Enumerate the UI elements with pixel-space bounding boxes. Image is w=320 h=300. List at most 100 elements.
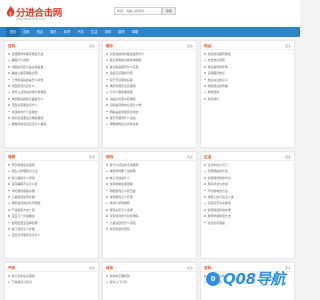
category-panel: 娱乐 更多演员在拍戏时都会遇到什么 最近有哪些好看的电视剧 看演唱会都带什么东西 追星应…	[102, 40, 197, 148]
list-item-text: 有什么好玩的手游推荐	[109, 163, 139, 167]
list-item-text: 冬天如何保暖	[207, 220, 225, 225]
list-item-text: 热搜话题	[207, 90, 220, 95]
panel-more-link[interactable]: 更多	[187, 155, 193, 159]
bullet-icon	[106, 110, 108, 113]
bullet-icon	[8, 275, 10, 277]
panel-more-link[interactable]: 更多	[187, 44, 193, 48]
panel-title[interactable]: 热点	[204, 44, 211, 49]
bullet-icon	[8, 183, 10, 185]
panel-more-link[interactable]: 更多	[285, 44, 291, 48]
list-item-text: 最近有哪些好看的电视剧	[109, 58, 142, 63]
panel-title[interactable]: 汽车	[8, 266, 15, 271]
list-item-text: 儿童适合玩什么游戏	[109, 220, 136, 225]
main-nav: 首页 百科 热点 娱乐 体育 汽车 生活 百科 游戏 母婴	[0, 27, 300, 37]
watermark-icon: 0	[206, 271, 220, 286]
nav-item[interactable]: 母婴	[128, 27, 142, 37]
nav-item[interactable]: 汽车	[74, 27, 88, 37]
nav-item[interactable]: 百科	[101, 27, 115, 37]
search-button[interactable]: 搜索	[162, 7, 176, 15]
nav-item[interactable]: 游戏	[115, 27, 129, 37]
bullet-icon	[106, 53, 108, 55]
bullet-icon	[8, 176, 10, 179]
list-item-text: 如何挑选新鲜水果	[207, 207, 231, 212]
panel-more-link[interactable]: 更多	[89, 155, 95, 159]
bullet-icon	[8, 53, 10, 55]
list-item[interactable]: 冬天如何保暖	[204, 220, 291, 226]
list-item-text: 宝宝长牙期间注意什么	[11, 233, 41, 238]
bullet-icon	[106, 59, 108, 62]
bullet-icon	[204, 208, 206, 211]
list-item-text: 热点排行	[207, 96, 220, 101]
list-item-text: 泡温泉需要注意什么	[11, 103, 38, 108]
bullet-icon	[106, 65, 108, 68]
list-item[interactable]: 好玩的益智游戏	[106, 226, 193, 232]
bullet-icon	[106, 78, 108, 81]
list-item-text: 宝宝几个月会翻身	[11, 214, 35, 219]
panel-title[interactable]: 生活	[204, 155, 211, 160]
bullet-icon	[8, 221, 10, 224]
panel-more-link[interactable]: 更多	[285, 266, 291, 270]
list-item-text: 明星是如何保持身材的	[109, 109, 139, 114]
panel-title[interactable]: 游戏	[106, 155, 113, 160]
panel-header: 母婴 更多	[5, 152, 98, 161]
list-item-text: 跑步的正确姿势	[109, 274, 130, 278]
list-item-text: 演唱会现场的氛围怎么样	[109, 103, 142, 108]
bullet-icon	[204, 72, 206, 74]
nav-item[interactable]: 百科	[20, 27, 34, 37]
bullet-icon	[8, 189, 10, 192]
list-item[interactable]: 宝宝长牙期间注意什么	[8, 232, 95, 238]
category-panel: 汽车 更多 新手买车注意事项 汽车保养小知识	[4, 262, 99, 300]
list-item[interactable]: 汽车保养小知识	[8, 279, 95, 285]
list-item[interactable]: 健身入门计划	[106, 279, 193, 285]
nav-item[interactable]: 首页	[6, 27, 20, 37]
list-item-text: 游戏主机怎么选择	[109, 207, 133, 212]
nav-item[interactable]: 热点	[33, 27, 47, 37]
list-item-text: 蹦迪上瘾有哪些表现	[11, 71, 38, 76]
list-item-text: 家庭养花注意事项	[207, 201, 231, 206]
list-item-text: 看演唱会都带什么东西	[109, 64, 139, 69]
bullet-icon	[8, 72, 10, 74]
list-item-text: 追星应该理智对待	[109, 71, 133, 76]
panel-more-link[interactable]: 更多	[89, 266, 95, 270]
panel-list: 生活中的小窍门 家居收纳的方法 如何保持健康作息 厨房清洁小妙招 节约用电的方法 衣服上的…	[201, 161, 294, 226]
bullet-icon	[204, 189, 206, 192]
list-item-text: 热带鱼需要注意哪些事情	[11, 115, 44, 120]
panel-more-link[interactable]: 更多	[89, 44, 95, 48]
panel-more-link[interactable]: 更多	[187, 266, 193, 270]
bullet-icon	[8, 208, 10, 211]
nav-item[interactable]: 生活	[87, 27, 101, 37]
bullet-icon	[204, 170, 206, 173]
list-item-text: 衣服上的污渍怎么洗	[207, 194, 234, 199]
list-item[interactable]: 腰椎间盘突出应该怎么锻炼	[8, 121, 95, 127]
panel-header: 热点 更多	[201, 41, 294, 50]
nav-item[interactable]: 体育	[60, 27, 74, 37]
list-item-text: 热点新闻都有哪些	[207, 52, 231, 56]
bullet-icon	[106, 183, 108, 185]
panel-title[interactable]: 母婴	[8, 155, 15, 160]
watermark: 0 Q08导航	[206, 268, 285, 289]
panel-title[interactable]: 娱乐	[106, 44, 113, 49]
category-panel: 母婴 更多 怀孕初期注意事项 新生儿护理知识大全 婴儿辅食怎么添加 宝宝睡眠不好怎么办 孕妇…	[4, 151, 99, 259]
panel-list: 有什么好玩的手游推荐 单机游戏哪个最经典 电子竞技是什么 游戏攻略在哪里看 网络游戏怎么…	[103, 161, 196, 232]
list-item-text: 世界上最有名的地方有哪些	[11, 90, 47, 95]
bullet-icon	[106, 117, 108, 119]
bullet-icon	[8, 164, 10, 166]
list-item-text: 偶像和粉丝之间的关系	[109, 122, 139, 127]
panel-list: 演员在拍戏时都会遇到什么 最近有哪些好看的电视剧 看演唱会都带什么东西 追星应该理智对…	[103, 50, 196, 128]
list-item[interactable]: 偶像和粉丝之间的关系	[106, 121, 193, 127]
panel-title[interactable]: 体育	[106, 266, 113, 271]
bullet-icon	[204, 91, 206, 94]
bullet-icon	[106, 104, 108, 106]
search-input[interactable]	[114, 7, 162, 15]
bullet-icon	[8, 78, 10, 81]
bullet-icon	[106, 202, 108, 205]
bullet-icon	[204, 59, 206, 62]
bullet-icon	[8, 65, 10, 68]
list-item[interactable]: 热点排行	[204, 96, 291, 102]
panel-header: 娱乐 更多	[103, 41, 196, 50]
bullet-icon	[204, 202, 206, 205]
panel-more-link[interactable]: 更多	[285, 155, 291, 159]
nav-item[interactable]: 娱乐	[47, 27, 61, 37]
panel-title[interactable]: 百科	[8, 44, 15, 49]
list-item-text: 宝宝睡眠不好怎么办	[11, 182, 38, 187]
